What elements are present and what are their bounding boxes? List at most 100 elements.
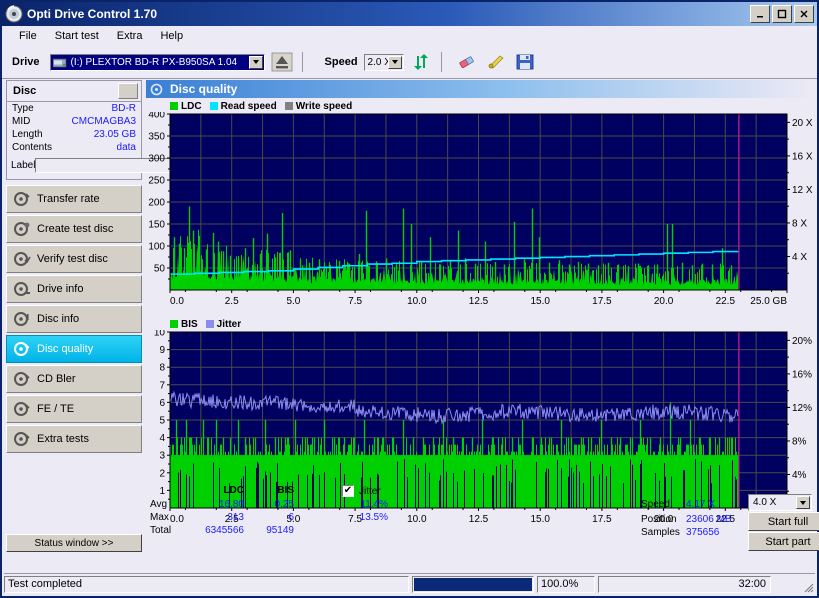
svg-text:25.0 GB: 25.0 GB xyxy=(750,296,787,307)
toolbar-separator-1 xyxy=(301,52,303,72)
status-bar: Test completed 100.0% 32:00 xyxy=(4,573,815,594)
toolbar: Drive (I:) PLEXTOR BD-R PX-B950SA 1.04 S… xyxy=(2,46,817,79)
maximize-button[interactable] xyxy=(772,5,792,23)
svg-text:8: 8 xyxy=(159,363,165,374)
start-part-button[interactable]: Start part xyxy=(748,532,819,551)
sidebar-item-transfer-rate[interactable]: Transfer rate xyxy=(6,185,142,213)
disc-verify-icon xyxy=(13,251,31,267)
legend-item-ldc: LDC xyxy=(170,101,202,112)
disc-contents-value: data xyxy=(116,142,136,153)
svg-text:8%: 8% xyxy=(792,436,807,447)
sidebar-item-disc-info[interactable]: Disc info xyxy=(6,305,142,333)
statistics-panel: LDC BIS ✔ Jitter Avg 16.80 0.25 11.4% Ma… xyxy=(146,482,819,552)
drive-dropdown-arrow[interactable] xyxy=(248,55,263,69)
svg-text:12 X: 12 X xyxy=(792,185,813,196)
minimize-button[interactable] xyxy=(750,5,770,23)
sidebar-item-verify-test-disc[interactable]: Verify test disc xyxy=(6,245,142,273)
eject-button[interactable] xyxy=(269,51,294,73)
speed-dropdown-arrow[interactable] xyxy=(387,55,402,69)
resize-grip[interactable] xyxy=(801,580,815,594)
legend-swatch-bis xyxy=(170,320,178,328)
legend-label-write-speed: Write speed xyxy=(295,100,353,112)
ldc-avg-value: 16.80 xyxy=(218,499,244,510)
elapsed-time: 32:00 xyxy=(598,575,771,593)
legend-label-ldc: LDC xyxy=(181,100,202,112)
svg-text:350: 350 xyxy=(148,132,165,143)
test-speed-dropdown-arrow[interactable] xyxy=(796,496,810,509)
cd-bler-icon xyxy=(13,371,31,387)
close-button[interactable] xyxy=(794,5,814,23)
sidebar-item-drive-info[interactable]: Drive info xyxy=(6,275,142,303)
app-disc-icon xyxy=(5,5,23,23)
sidebar-label: CD Bler xyxy=(37,373,76,385)
sidebar-label: Verify test disc xyxy=(37,253,108,265)
legend-label-bis: BIS xyxy=(181,318,198,330)
disc-rate-icon xyxy=(13,191,31,207)
sidebar-label: Transfer rate xyxy=(37,193,100,205)
svg-text:400: 400 xyxy=(148,112,165,121)
sidebar-item-create-test-disc[interactable]: Create test disc xyxy=(6,215,142,243)
svg-text:2.5: 2.5 xyxy=(225,296,239,307)
bis-total-value: 95149 xyxy=(266,525,294,536)
samples-label: Samples xyxy=(641,527,680,538)
ldc-read-speed-chart[interactable]: 50 100 150 200 250 300 350 400 4 X 8 X 12 X 16 X 20 … xyxy=(146,110,813,315)
disc-row-length: Length 23.05 GB xyxy=(7,128,141,141)
svg-text:250: 250 xyxy=(148,176,165,187)
stats-header-ldc: LDC xyxy=(223,485,244,496)
disc-contents-label: Contents xyxy=(12,142,53,153)
start-full-button[interactable]: Start full xyxy=(748,512,819,531)
status-window-button[interactable]: Status window >> xyxy=(6,534,142,552)
sidebar-item-extra-tests[interactable]: Extra tests xyxy=(6,425,142,453)
refresh-icon[interactable] xyxy=(408,51,433,73)
save-icon[interactable] xyxy=(512,51,537,73)
svg-text:12%: 12% xyxy=(792,403,812,414)
disc-row-contents: Contents data xyxy=(7,141,141,154)
legend-item-jitter: Jitter xyxy=(205,318,242,330)
svg-text:7: 7 xyxy=(159,380,165,391)
test-speed-select[interactable]: 4.0 X xyxy=(748,494,812,511)
result-speed-value: 4.17 X xyxy=(686,499,715,510)
test-speed-value: 4.0 X xyxy=(753,497,777,508)
legend-item-bis: BIS xyxy=(170,319,198,330)
menu-bar: File Start test Extra Help xyxy=(2,26,817,47)
chart2-legend: BIS Jitter xyxy=(170,318,813,330)
position-label: Position xyxy=(641,514,677,525)
chart1-legend: LDC Read speed Write speed xyxy=(170,100,813,112)
progress-fill xyxy=(414,577,532,591)
disc-panel-collapse-button[interactable] xyxy=(118,83,138,99)
svg-text:6: 6 xyxy=(159,398,165,409)
sidebar-label: Disc info xyxy=(37,313,80,325)
drive-info-icon xyxy=(13,281,31,297)
svg-text:20%: 20% xyxy=(792,336,812,347)
position-value: 23606 MB xyxy=(686,514,732,525)
disc-label-caption: Label xyxy=(11,159,36,171)
jitter-checkbox[interactable]: ✔ xyxy=(342,485,354,497)
menu-start-test[interactable]: Start test xyxy=(46,28,108,44)
sidebar-item-cd-bler[interactable]: CD Bler xyxy=(6,365,142,393)
menu-help[interactable]: Help xyxy=(151,28,192,44)
svg-text:200: 200 xyxy=(148,198,165,209)
svg-text:5: 5 xyxy=(159,416,165,427)
title-bar: Opti Drive Control 1.70 xyxy=(2,2,817,26)
sidebar-item-fe-te[interactable]: FE / TE xyxy=(6,395,142,423)
eraser-icon[interactable] xyxy=(454,51,479,73)
disc-type-label: Type xyxy=(12,103,34,114)
svg-text:15.0: 15.0 xyxy=(530,296,550,307)
sidebar-item-disc-quality[interactable]: Disc quality xyxy=(6,335,142,363)
svg-text:20 X: 20 X xyxy=(792,118,813,129)
sidebar-label: Create test disc xyxy=(37,223,114,235)
menu-file[interactable]: File xyxy=(10,28,46,44)
menu-extra[interactable]: Extra xyxy=(108,28,152,44)
drive-select[interactable]: (I:) PLEXTOR BD-R PX-B950SA 1.04 xyxy=(49,53,265,71)
sidebar-nav: Transfer rate Create test disc Verify te… xyxy=(6,185,142,453)
tools-icon[interactable] xyxy=(483,51,508,73)
legend-item-read-speed: Read speed xyxy=(209,101,277,112)
sidebar-label: FE / TE xyxy=(37,403,75,415)
svg-text:10.0: 10.0 xyxy=(407,296,427,307)
legend-label-jitter: Jitter xyxy=(216,318,242,330)
disc-type-value: BD-R xyxy=(111,103,136,114)
svg-text:16 X: 16 X xyxy=(792,151,813,162)
chart1-svg: 50 100 150 200 250 300 350 400 4 X 8 X 12 X 16 X 20 … xyxy=(148,110,813,308)
svg-text:5.0: 5.0 xyxy=(286,296,300,307)
speed-select[interactable]: 2.0 X xyxy=(363,53,404,71)
